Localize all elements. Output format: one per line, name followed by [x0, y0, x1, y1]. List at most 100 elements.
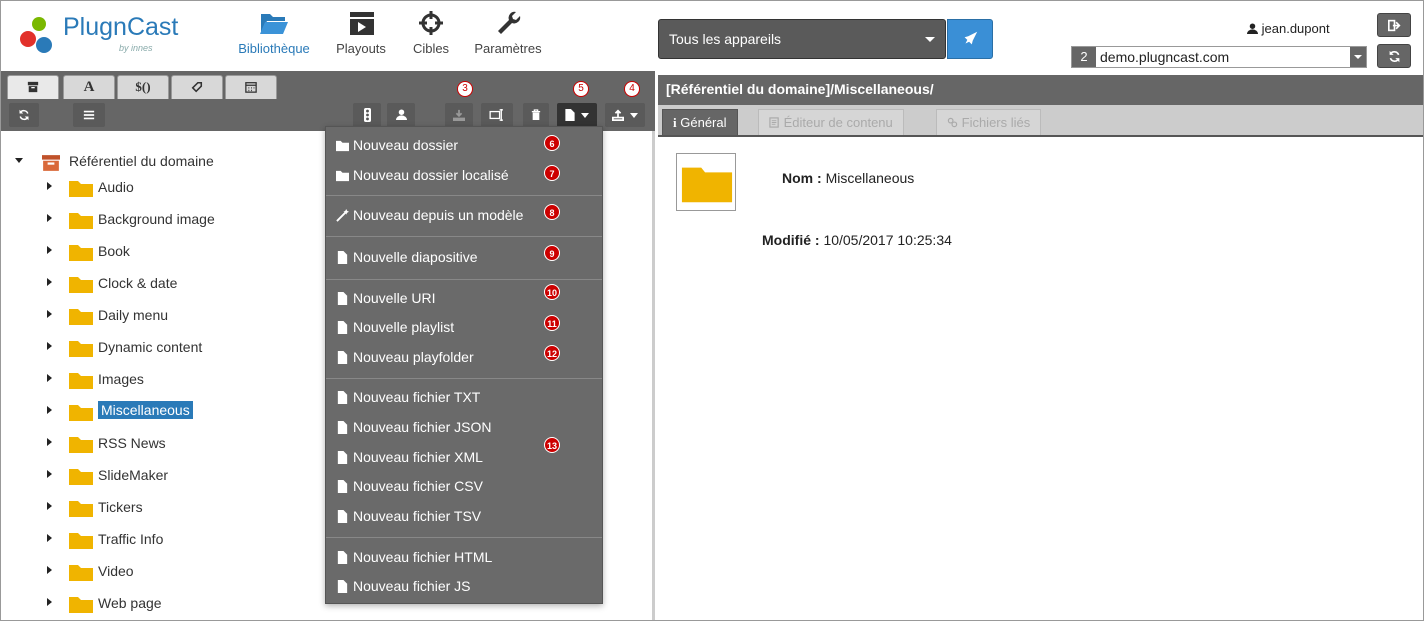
menu-item-label: Nouveau fichier HTML: [353, 549, 493, 565]
device-select-value: Tous les appareils: [669, 31, 782, 47]
folder-icon: [69, 403, 93, 421]
menu-item[interactable]: Nouveau dossier: [336, 137, 458, 153]
tab-variables[interactable]: $(): [117, 75, 169, 99]
menu-item[interactable]: Nouveau fichier XML: [336, 449, 483, 465]
traffic-light-button[interactable]: [353, 103, 381, 127]
detail-pane: [Référentiel du domaine]/Miscellaneous/ …: [658, 71, 1423, 620]
rename-icon: [489, 109, 503, 121]
user-permissions-button[interactable]: [387, 103, 415, 127]
folder-icon: [681, 167, 733, 203]
tab-label: Général: [680, 115, 727, 130]
device-select[interactable]: Tous les appareils: [658, 19, 946, 59]
tab-tags[interactable]: [171, 75, 223, 99]
menu-item[interactable]: Nouveau fichier HTML: [336, 549, 492, 565]
callout-marker: 8: [544, 204, 560, 220]
crosshair-icon: [419, 11, 443, 35]
nav-bibliotheque[interactable]: Bibliothèque: [233, 9, 315, 56]
caret-right-icon[interactable]: [47, 278, 52, 286]
menu-item-label: Nouvelle URI: [353, 290, 436, 306]
rename-button[interactable]: [481, 103, 513, 127]
caret-right-icon[interactable]: [47, 374, 52, 382]
list-icon: [83, 110, 95, 120]
launch-button[interactable]: [947, 19, 993, 59]
caret-right-icon[interactable]: [47, 470, 52, 478]
nav-playouts[interactable]: Playouts: [331, 9, 391, 56]
menu-item[interactable]: Nouveau fichier TXT: [336, 389, 480, 405]
app-window: PlugnCast by innes Bibliothèque Playouts…: [0, 0, 1424, 621]
domain-value: demo.plugncast.com: [1100, 49, 1230, 65]
folder-icon: [69, 275, 93, 293]
caret-down-icon[interactable]: [15, 158, 23, 163]
menu-separator: [326, 537, 602, 538]
caret-right-icon[interactable]: [47, 310, 52, 318]
tab-label: A: [83, 79, 95, 95]
user-name: jean.dupont: [1261, 21, 1330, 36]
tab-calendar[interactable]: [225, 75, 277, 99]
file-icon: [336, 578, 353, 594]
new-file-dropdown-button[interactable]: [557, 103, 597, 127]
tab-linked-files[interactable]: Fichiers liés: [936, 109, 1042, 135]
menu-item[interactable]: Nouveau depuis un modèle: [336, 207, 523, 223]
domain-number: 2: [1072, 47, 1096, 67]
caret-right-icon[interactable]: [47, 438, 52, 446]
delete-button[interactable]: [523, 103, 549, 127]
refresh-domain-button[interactable]: [1377, 44, 1411, 68]
list-view-button[interactable]: [73, 103, 105, 127]
caret-right-icon[interactable]: [47, 598, 52, 606]
caret-right-icon[interactable]: [47, 534, 52, 542]
tab-archive[interactable]: [7, 75, 59, 99]
menu-item-label: Nouveau fichier TXT: [353, 389, 481, 405]
caret-right-icon[interactable]: [47, 502, 52, 510]
folder-icon: [69, 467, 93, 485]
rocket-icon: [964, 31, 978, 45]
menu-item[interactable]: Nouveau playfolder: [336, 349, 474, 365]
tab-fonts[interactable]: A: [63, 75, 115, 99]
caret-right-icon[interactable]: [47, 342, 52, 350]
caret-down-icon: [925, 37, 935, 42]
caret-right-icon[interactable]: [47, 406, 52, 414]
folder-icon: [336, 137, 353, 153]
caret-right-icon[interactable]: [47, 566, 52, 574]
logout-button[interactable]: [1377, 13, 1411, 37]
callout-marker: 6: [544, 135, 560, 151]
file-icon: [336, 508, 353, 524]
menu-item[interactable]: Nouveau fichier CSV: [336, 478, 483, 494]
nav-cibles[interactable]: Cibles: [406, 9, 456, 56]
archive-icon: [27, 81, 39, 93]
caret-right-icon[interactable]: [47, 246, 52, 254]
menu-item[interactable]: Nouveau dossier localisé: [336, 167, 509, 183]
folder-icon: [69, 499, 93, 517]
modified-value: 10/05/2017 10:25:34: [823, 232, 952, 248]
domain-select[interactable]: 2 demo.plugncast.com: [1071, 46, 1367, 68]
menu-item[interactable]: Nouveau fichier TSV: [336, 508, 481, 524]
caret-right-icon[interactable]: [47, 214, 52, 222]
file-icon: [336, 419, 353, 435]
calendar-icon: [245, 82, 257, 93]
folder-open-icon: [260, 14, 288, 34]
tab-general[interactable]: i Général: [662, 109, 738, 135]
menu-item-label: Nouveau depuis un modèle: [353, 207, 524, 223]
refresh-button[interactable]: [9, 103, 39, 127]
caret-right-icon[interactable]: [47, 182, 52, 190]
menu-item[interactable]: Nouvelle playlist: [336, 319, 454, 335]
tab-content-editor[interactable]: Éditeur de contenu: [758, 109, 904, 135]
download-button[interactable]: [445, 103, 473, 127]
file-icon: [336, 549, 353, 565]
tree-root-label: Référentiel du domaine: [69, 153, 214, 169]
caret-down-icon: [581, 113, 590, 118]
menu-item[interactable]: Nouveau fichier JSON: [336, 419, 492, 435]
menu-item[interactable]: Nouveau fichier JS: [336, 578, 471, 594]
info-icon: i: [673, 115, 677, 130]
nav-parametres[interactable]: Paramètres: [469, 9, 547, 56]
menu-item[interactable]: Nouvelle diapositive: [336, 249, 478, 265]
user-label[interactable]: jean.dupont: [1247, 21, 1330, 36]
tree-item-label: Book: [98, 243, 130, 259]
upload-dropdown-button[interactable]: [605, 103, 645, 127]
callout-marker: 10: [544, 284, 560, 300]
logo: PlugnCast by innes: [15, 11, 185, 67]
folder-icon: [69, 179, 93, 197]
modified-field: Modifié : 10/05/2017 10:25:34: [762, 232, 952, 248]
menu-separator: [326, 279, 602, 280]
folder-icon: [336, 167, 353, 183]
menu-item[interactable]: Nouvelle URI: [336, 290, 435, 306]
